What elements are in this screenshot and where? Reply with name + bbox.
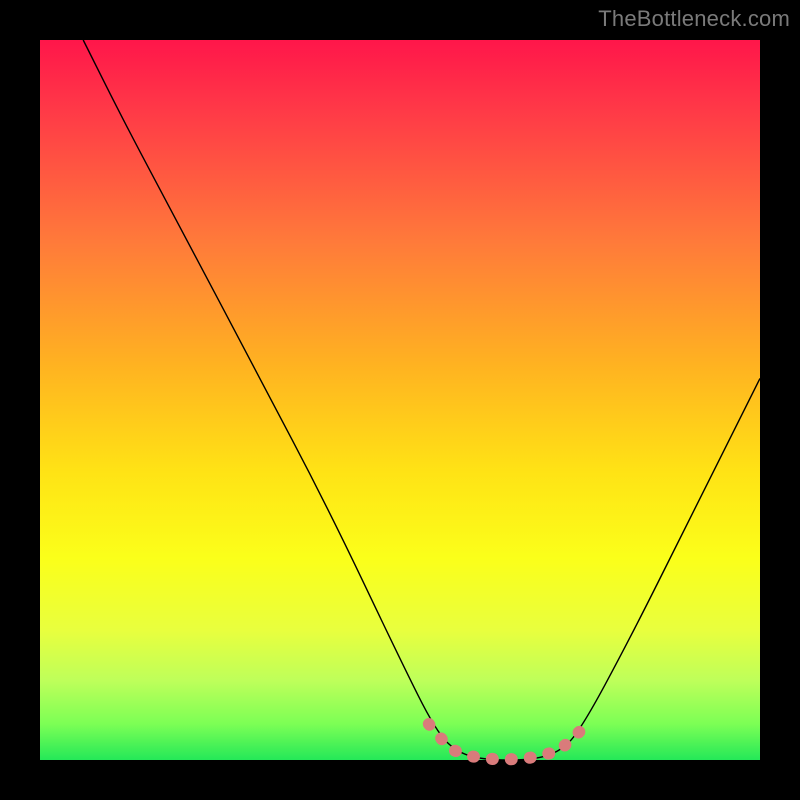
main-curve	[83, 40, 760, 760]
chart-svg	[40, 40, 760, 760]
chart-container: TheBottleneck.com	[0, 0, 800, 800]
watermark-text: TheBottleneck.com	[598, 6, 790, 32]
plot-area	[40, 40, 760, 760]
highlight-curve	[429, 724, 580, 760]
